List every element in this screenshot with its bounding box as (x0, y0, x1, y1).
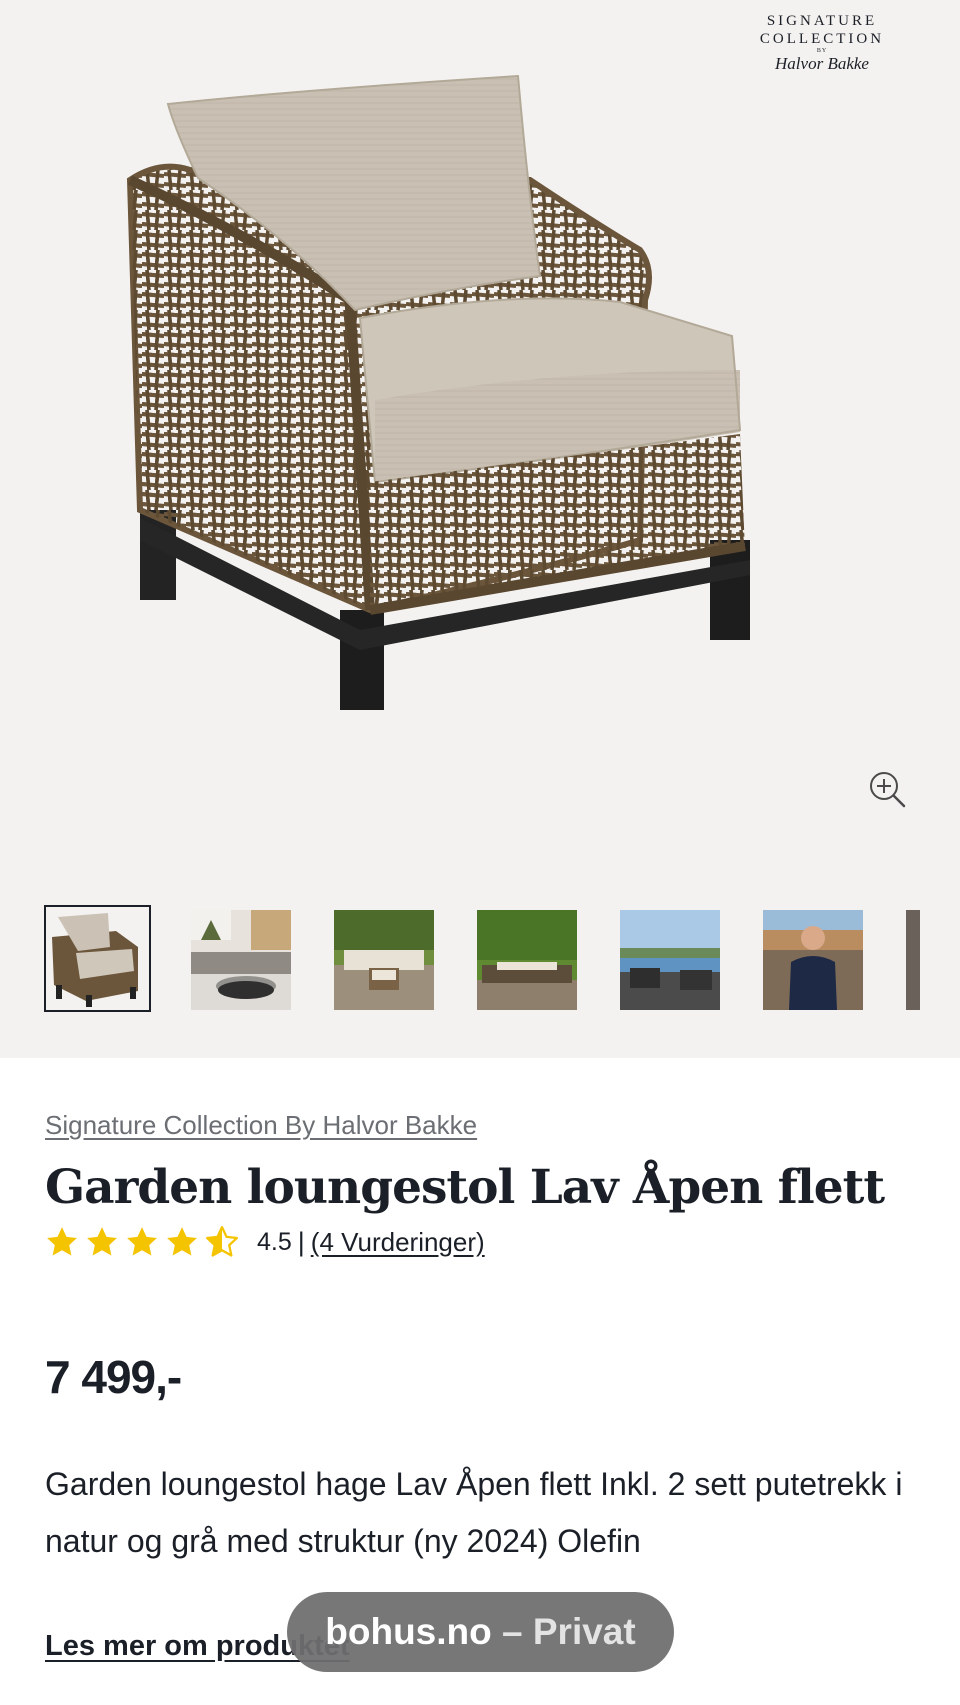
browser-separator: – (491, 1611, 533, 1652)
rating-score: 4.5 (257, 1227, 292, 1256)
main-product-image[interactable] (120, 70, 840, 770)
browser-domain: bohus.no (325, 1611, 492, 1652)
zoom-button[interactable] (864, 766, 910, 812)
thumbnail-chair-image (46, 907, 149, 1010)
brand-link[interactable]: Signature Collection By Halvor Bakke (45, 1110, 477, 1141)
rating-row: 4.5 | (4 Vurderinger) (45, 1222, 485, 1262)
star-full-icon (47, 1227, 77, 1256)
product-price: 7 499,- (45, 1351, 182, 1403)
signature-collection-logo: SIGNATURE COLLECTION BY Halvor Bakke (742, 12, 902, 73)
thumbnail-living-room-image (191, 910, 291, 1010)
thumbnail-halvor-bakke-image (763, 910, 863, 1010)
star-half-icon (205, 1225, 239, 1257)
logo-line-1: SIGNATURE (766, 13, 878, 29)
thumbnail-sea-view[interactable] (620, 910, 720, 1010)
logo-line-2: COLLECTION (759, 31, 885, 47)
thumbnail-next-partial-image (906, 910, 920, 1010)
product-description: Garden loungestol hage Lav Åpen flett In… (45, 1466, 903, 1559)
thumbnail-strip[interactable] (44, 905, 960, 1012)
browser-mode: Privat (532, 1611, 636, 1652)
thumbnail-chair[interactable] (44, 905, 151, 1012)
thumbnail-garden-lounge[interactable] (334, 910, 434, 1010)
thumbnail-living-room[interactable] (191, 910, 291, 1010)
product-title: Garden loungestol Lav Åpen flett (45, 1160, 885, 1215)
product-image-gallery: SIGNATURE COLLECTION BY Halvor Bakke (0, 0, 960, 1058)
thumbnail-garden-hedge-image (477, 910, 577, 1010)
thumbnail-sea-view-image (620, 910, 720, 1010)
thumbnail-halvor-bakke[interactable] (763, 910, 863, 1010)
thumbnail-garden-lounge-image (334, 910, 434, 1010)
rating-stars (45, 1225, 239, 1259)
reviews-link[interactable]: (4 Vurderinger) (311, 1227, 485, 1258)
zoom-in-icon (870, 772, 906, 808)
star-full-icon (167, 1227, 197, 1256)
thumbnail-next-partial[interactable] (906, 910, 920, 1010)
rating-separator: | (297, 1226, 305, 1257)
browser-url-pill[interactable]: bohus.no – Privat (287, 1592, 674, 1672)
star-full-icon (87, 1227, 117, 1256)
thumbnail-garden-hedge[interactable] (477, 910, 577, 1010)
star-full-icon (127, 1227, 157, 1256)
